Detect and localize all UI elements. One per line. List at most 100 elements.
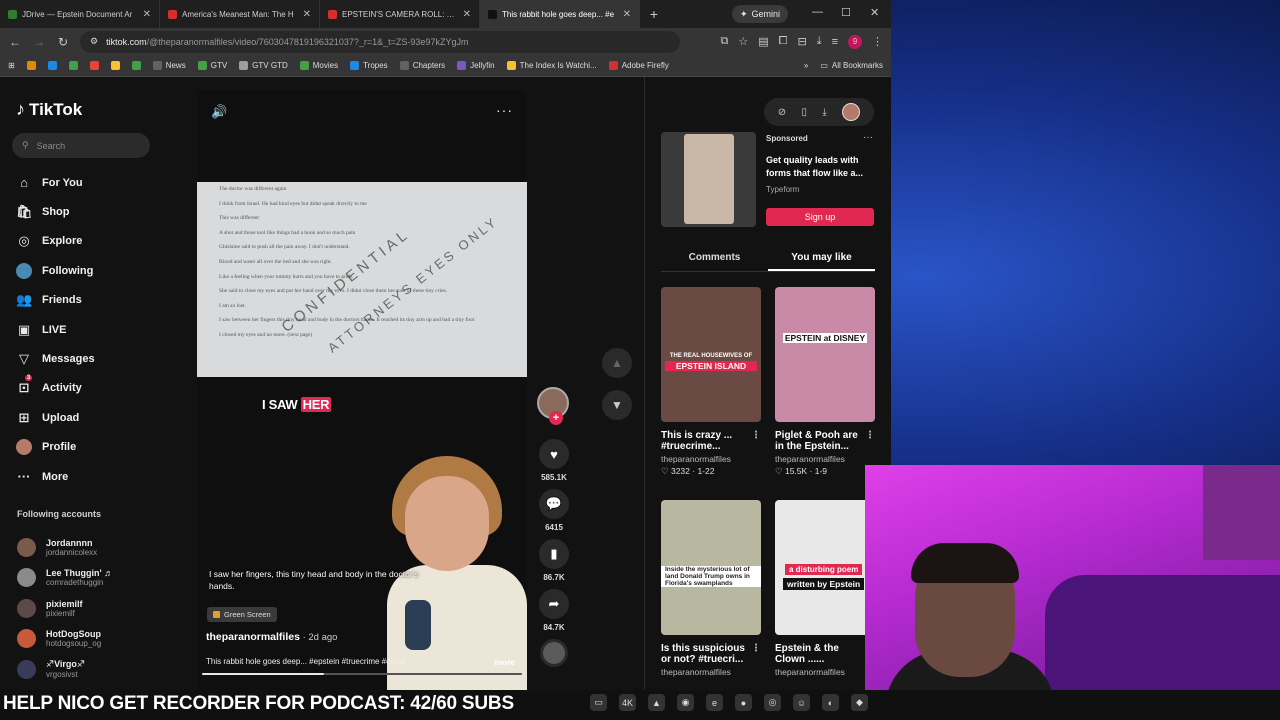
video-author[interactable]: theparanormalfiles · 2d ago: [206, 631, 337, 643]
tray-icon-4k[interactable]: 4K: [619, 694, 636, 711]
nav-item-messages[interactable]: ▽ Messages: [16, 344, 95, 373]
bookmark-favicon-icon[interactable]: [68, 61, 78, 70]
share-icon[interactable]: ➦: [539, 589, 569, 619]
bookmark-favicon-icon[interactable]: [47, 61, 57, 70]
heart-icon[interactable]: ♥: [539, 439, 569, 469]
card-thumbnail[interactable]: Inside the mysterious lot of land Donald…: [661, 500, 761, 635]
chrome-icon[interactable]: ◎: [764, 694, 781, 711]
browser-tab[interactable]: America's Meanest Man: The H ✕: [160, 0, 320, 28]
tiktok-logo[interactable]: ♪ TikTok: [16, 99, 82, 120]
video-card[interactable]: THE REAL HOUSEWIVES OF EPSTEIN ISLAND This…: [661, 287, 761, 477]
compass-small-icon[interactable]: ⊘: [778, 107, 786, 118]
card-more-icon[interactable]: ⋮: [865, 430, 875, 441]
extension-icon[interactable]: ▤: [758, 35, 768, 48]
search-input[interactable]: ⚲ Search: [12, 133, 150, 158]
video-card[interactable]: Inside the mysterious lot of land Donald…: [661, 500, 761, 677]
ad-thumbnail[interactable]: [661, 132, 756, 227]
video-progress-bar[interactable]: [202, 673, 522, 675]
obs-icon[interactable]: ◐: [822, 694, 839, 711]
user-avatar[interactable]: [842, 103, 861, 121]
sponsored-ad[interactable]: Sponsored ··· Get quality leads with for…: [661, 132, 875, 230]
new-tab-button[interactable]: +: [640, 6, 668, 22]
share-action[interactable]: ➦ 84.7K: [537, 589, 571, 632]
apps-icon[interactable]: ⊞: [8, 61, 15, 70]
bookmark-item[interactable]: GTV: [197, 61, 227, 70]
forward-icon[interactable]: →: [32, 35, 46, 49]
video-card[interactable]: EPSTEIN at DISNEY Piglet & Pooh are ⋮ in th…: [775, 287, 875, 477]
edge-icon[interactable]: e: [706, 694, 723, 711]
bookmark-item[interactable]: The Index Is Watchi...: [506, 61, 597, 70]
nav-item-upload[interactable]: ⊞ Upload: [16, 403, 95, 432]
tray-icon-10[interactable]: ◆: [851, 694, 868, 711]
bookmark-icon[interactable]: ▮: [539, 539, 569, 569]
nav-item-profile[interactable]: Profile: [16, 433, 95, 462]
more-link[interactable]: more: [494, 657, 515, 667]
card-title[interactable]: Piglet & Pooh are ⋮: [775, 430, 875, 441]
discord-icon[interactable]: ☺: [793, 694, 810, 711]
video-player[interactable]: 🔊 ··· The doctor was different again I th…: [197, 90, 527, 690]
firefox-icon[interactable]: ●: [735, 694, 752, 711]
volume-icon[interactable]: 🔊: [211, 104, 227, 120]
like-action[interactable]: ♥ 585.1K: [537, 439, 571, 482]
ad-more-icon[interactable]: ···: [863, 132, 873, 143]
nav-item-friends[interactable]: 👥 Friends: [16, 286, 95, 315]
media-icon[interactable]: ≡: [832, 36, 838, 48]
card-title[interactable]: Is this suspicious ⋮: [661, 643, 761, 654]
card-author[interactable]: theparanormalfiles: [661, 454, 761, 464]
split-view-icon[interactable]: ⊟: [797, 35, 806, 48]
site-info-icon[interactable]: ⚙: [90, 36, 98, 47]
card-author[interactable]: theparanormalfiles: [775, 667, 875, 677]
follow-plus-icon[interactable]: +: [549, 411, 563, 425]
ad-headline[interactable]: Get quality leads with forms that flow l…: [766, 154, 874, 180]
bookmark-favicon-icon[interactable]: [26, 61, 36, 70]
nav-item-for-you[interactable]: ⌂ For You: [16, 168, 95, 197]
tray-icon-1[interactable]: ▭: [590, 694, 607, 711]
green-screen-tag[interactable]: Green Screen: [207, 607, 277, 622]
following-account[interactable]: ♐Virgo♐ vrgosivst: [17, 654, 113, 685]
nav-item-more[interactable]: ··· More: [16, 462, 95, 491]
nav-item-explore[interactable]: ◎ Explore: [16, 227, 95, 256]
video-card[interactable]: a disturbing poem written by Epstein Epste…: [775, 500, 875, 677]
tab-close-icon[interactable]: ✕: [143, 9, 151, 20]
install-icon[interactable]: ⧉: [721, 35, 729, 48]
card-thumbnail[interactable]: EPSTEIN at DISNEY: [775, 287, 875, 422]
tab-comments[interactable]: Comments: [661, 247, 768, 271]
comment-icon[interactable]: 💬: [539, 489, 569, 519]
bookmark-item[interactable]: News: [152, 61, 186, 70]
tab-you-may-like[interactable]: You may like: [768, 247, 875, 271]
tray-icon-vlc[interactable]: ▲: [648, 694, 665, 711]
nav-item-live[interactable]: ▣ LIVE: [16, 315, 95, 344]
downloads-icon[interactable]: ⤓: [817, 35, 822, 48]
device-icon[interactable]: ▯: [802, 107, 808, 118]
following-account[interactable]: pixiemilf pixiemilf: [17, 593, 113, 624]
menu-icon[interactable]: ⋮: [872, 35, 883, 48]
following-account[interactable]: HotDogSoup hotdogsoup_og: [17, 624, 113, 655]
minimize-button[interactable]: —: [812, 6, 823, 18]
nav-item-activity[interactable]: ⊡ 3 Activity: [16, 374, 95, 403]
card-thumbnail[interactable]: THE REAL HOUSEWIVES OF EPSTEIN ISLAND: [661, 287, 761, 422]
creator-avatar[interactable]: +: [537, 387, 569, 425]
tab-close-icon[interactable]: ✕: [623, 9, 631, 20]
close-window-button[interactable]: ✕: [870, 6, 879, 19]
bookmark-favicon-icon[interactable]: [89, 61, 99, 70]
puzzle-icon[interactable]: ⧠: [779, 35, 788, 48]
bookmark-item[interactable]: Chapters: [399, 61, 445, 70]
previous-video-button[interactable]: ▲: [602, 348, 632, 378]
music-disc-icon[interactable]: [540, 639, 568, 667]
card-author[interactable]: theparanormalfiles: [775, 454, 875, 464]
browser-tab[interactable]: EPSTEIN'S CAMERA ROLL: The I ✕: [320, 0, 480, 28]
back-icon[interactable]: ←: [8, 35, 22, 49]
card-title[interactable]: This is crazy ... ⋮: [661, 430, 761, 441]
card-title[interactable]: Epstein & the⋮: [775, 643, 875, 654]
signup-button[interactable]: Sign up: [766, 208, 874, 226]
save-action[interactable]: ▮ 86.7K: [537, 539, 571, 582]
url-input[interactable]: ⚙ tiktok.com/@theparanormalfiles/video/7…: [80, 30, 680, 53]
bookmark-favicon-icon[interactable]: [110, 61, 120, 70]
gemini-button[interactable]: ✦ Gemini: [732, 5, 789, 23]
video-more-icon[interactable]: ···: [496, 102, 513, 118]
bookmark-item[interactable]: Jellyfin: [457, 61, 495, 70]
card-more-icon[interactable]: ⋮: [751, 643, 761, 654]
following-account[interactable]: Lee Thuggin' ♬ comradethuggin: [17, 563, 113, 594]
nav-item-following[interactable]: Following: [16, 256, 95, 285]
browser-tab[interactable]: This rabbit hole goes deep... #e ✕: [480, 0, 640, 28]
